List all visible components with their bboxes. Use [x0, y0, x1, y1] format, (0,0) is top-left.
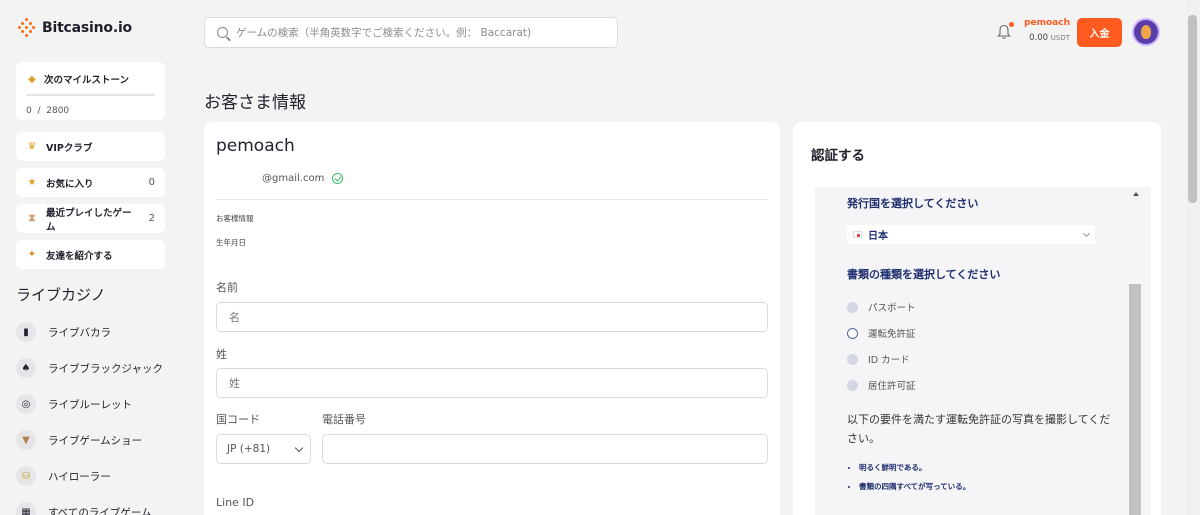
live-item-blackjack[interactable]: ♠ ライブブラックジャック — [16, 350, 166, 386]
scroll-up-arrow-icon[interactable] — [1133, 192, 1139, 196]
megaphone-icon: ✦ — [27, 249, 37, 260]
avatar[interactable] — [1132, 18, 1160, 46]
star-icon: ★ — [27, 177, 37, 188]
deposit-button[interactable]: 入金 — [1077, 18, 1122, 47]
chips-icon: ⛁ — [16, 466, 36, 486]
milestone-count: 0 / 2800 — [26, 106, 70, 116]
page-title: お客さま情報 — [204, 93, 306, 113]
sidebar-item-recent[interactable]: ⧗ 最近プレイしたゲーム 2 — [16, 204, 165, 233]
milestone-label: 次のマイルストーン — [44, 75, 130, 86]
last-name-input[interactable] — [216, 368, 768, 398]
sidebar-item-label: VIPクラブ — [46, 142, 93, 154]
radio-selected-icon — [847, 327, 858, 339]
profile-panel: pemoach @gmail.com お客様情報 生年月日 名前 姓 国コード … — [204, 122, 780, 515]
profile-username: pemoach — [216, 136, 295, 156]
brand-name: Bitcasino.io — [42, 20, 132, 36]
sidebar-item-label: 最近プレイしたゲーム — [45, 207, 132, 233]
section-title-live-casino: ライブカジノ — [16, 286, 106, 304]
phone-label: 電話番号 — [322, 413, 366, 426]
favorites-count: 0 — [148, 177, 155, 188]
search-bar[interactable] — [204, 17, 618, 48]
requirements-list: 明るく鮮明である。 書類の四隅すべてが写っている。 — [847, 462, 1117, 500]
doc-option-id-card[interactable]: ID カード — [847, 346, 1117, 372]
profile-email: @gmail.com — [262, 173, 344, 184]
sidebar-item-label: 友達を紹介する — [46, 250, 113, 262]
customer-info-label: お客様情報 — [216, 214, 254, 223]
doc-type-heading: 書類の種類を選択してください — [847, 268, 1001, 281]
verification-panel: 認証する 発行国を選択してください 日本 書類の種類を選択してください パスポー… — [793, 122, 1161, 515]
hourglass-icon: ⧗ — [28, 213, 36, 224]
milestone-card[interactable]: ◆ 次のマイルストーン 0 / 2800 — [16, 62, 165, 120]
requirements-description: 以下の要件を満たす運転免許証の写真を撮影してください。 — [847, 413, 1111, 445]
sidebar-item-label: お気に入り — [46, 178, 94, 190]
divider — [216, 199, 767, 200]
logo-icon — [18, 18, 36, 38]
sidebar-item-vip[interactable]: ♛ VIPクラブ — [16, 132, 165, 161]
avatar-icon — [1141, 25, 1151, 39]
issuing-country-select[interactable]: 日本 — [847, 225, 1095, 244]
live-item-highroller[interactable]: ⛁ ハイローラー — [16, 458, 166, 494]
list-item: 書類の四隅すべてが写っている。 — [859, 481, 1117, 500]
diamond-icon: ◆ — [28, 73, 36, 85]
page-scrollbar[interactable] — [1185, 0, 1200, 515]
chevron-down-icon — [1082, 229, 1091, 237]
logo[interactable]: Bitcasino.io — [18, 18, 132, 38]
crown-icon: ♛ — [27, 141, 37, 152]
country-code-label: 国コード — [216, 413, 260, 426]
last-name-label: 姓 — [216, 348, 227, 361]
user-balance[interactable]: pemoach 0.00 USDT — [1018, 18, 1070, 43]
doc-option-drivers-license[interactable]: 運転免許証 — [847, 320, 1117, 346]
notification-badge — [1009, 22, 1014, 27]
header-username: pemoach — [1024, 18, 1070, 28]
radio-icon — [847, 379, 858, 391]
gameshow-icon: ▼ — [16, 430, 36, 450]
live-casino-list: ▮ ライブバカラ ♠ ライブブラックジャック ◎ ライブルーレット ▼ ライブゲ… — [16, 314, 166, 515]
balance-amount: 0.00 USDT — [1029, 33, 1070, 43]
radio-icon — [847, 301, 858, 313]
spade-icon: ♠ — [16, 358, 36, 378]
search-input[interactable] — [236, 26, 616, 39]
grid-icon: ▦ — [16, 502, 36, 515]
live-item-baccarat[interactable]: ▮ ライブバカラ — [16, 314, 166, 350]
recent-count: 2 — [148, 213, 155, 224]
doc-option-residence-permit[interactable]: 居住許可証 — [847, 372, 1117, 398]
radio-icon — [847, 353, 858, 365]
verification-frame: 発行国を選択してください 日本 書類の種類を選択してください パスポート 運転免… — [815, 187, 1151, 515]
first-name-input[interactable] — [216, 302, 768, 332]
verified-check-icon — [332, 173, 344, 184]
live-item-gameshow[interactable]: ▼ ライブゲームショー — [16, 422, 166, 458]
list-item: 明るく鮮明である。 — [859, 462, 1117, 481]
milestone-progress-bar — [26, 94, 155, 96]
phone-input[interactable] — [322, 434, 768, 464]
country-code-select[interactable]: JP (+81) — [216, 434, 311, 464]
roulette-icon: ◎ — [16, 394, 36, 414]
first-name-label: 名前 — [216, 281, 238, 294]
japan-flag-icon — [853, 231, 862, 238]
sidebar-item-refer[interactable]: ✦ 友達を紹介する — [16, 240, 165, 269]
frame-scrollbar[interactable] — [1129, 284, 1141, 515]
card-icon: ▮ — [16, 322, 36, 342]
verify-title: 認証する — [811, 148, 865, 164]
chevron-down-icon — [294, 443, 304, 452]
doc-type-options: パスポート 運転免許証 ID カード 居住許可証 — [847, 294, 1117, 398]
sidebar-item-favorites[interactable]: ★ お気に入り 0 — [16, 168, 165, 197]
country-heading: 発行国を選択してください — [847, 197, 979, 210]
sidebar: Bitcasino.io ◆ 次のマイルストーン 0 / 2800 ♛ VIPク… — [0, 0, 181, 515]
birthdate-label: 生年月日 — [216, 238, 246, 247]
search-icon — [217, 27, 228, 38]
live-item-all[interactable]: ▦ すべてのライブゲーム — [16, 494, 166, 515]
live-item-roulette[interactable]: ◎ ライブルーレット — [16, 386, 166, 422]
line-id-label: Line ID — [216, 496, 255, 509]
doc-option-passport[interactable]: パスポート — [847, 294, 1117, 320]
